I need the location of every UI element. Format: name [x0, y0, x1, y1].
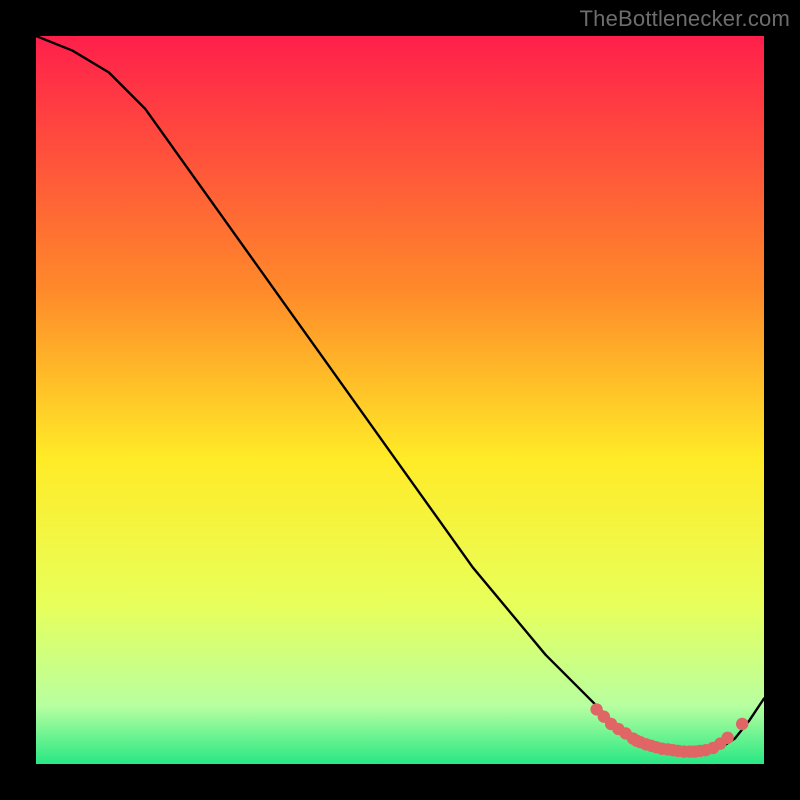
- plot-area: [36, 36, 764, 764]
- bottleneck-curve: [36, 36, 764, 752]
- data-marker: [736, 718, 748, 730]
- marker-group: [590, 703, 748, 758]
- data-marker: [721, 732, 733, 744]
- curve-layer: [36, 36, 764, 764]
- chart-frame: TheBottlenecker.com: [0, 0, 800, 800]
- watermark-text: TheBottlenecker.com: [580, 6, 790, 32]
